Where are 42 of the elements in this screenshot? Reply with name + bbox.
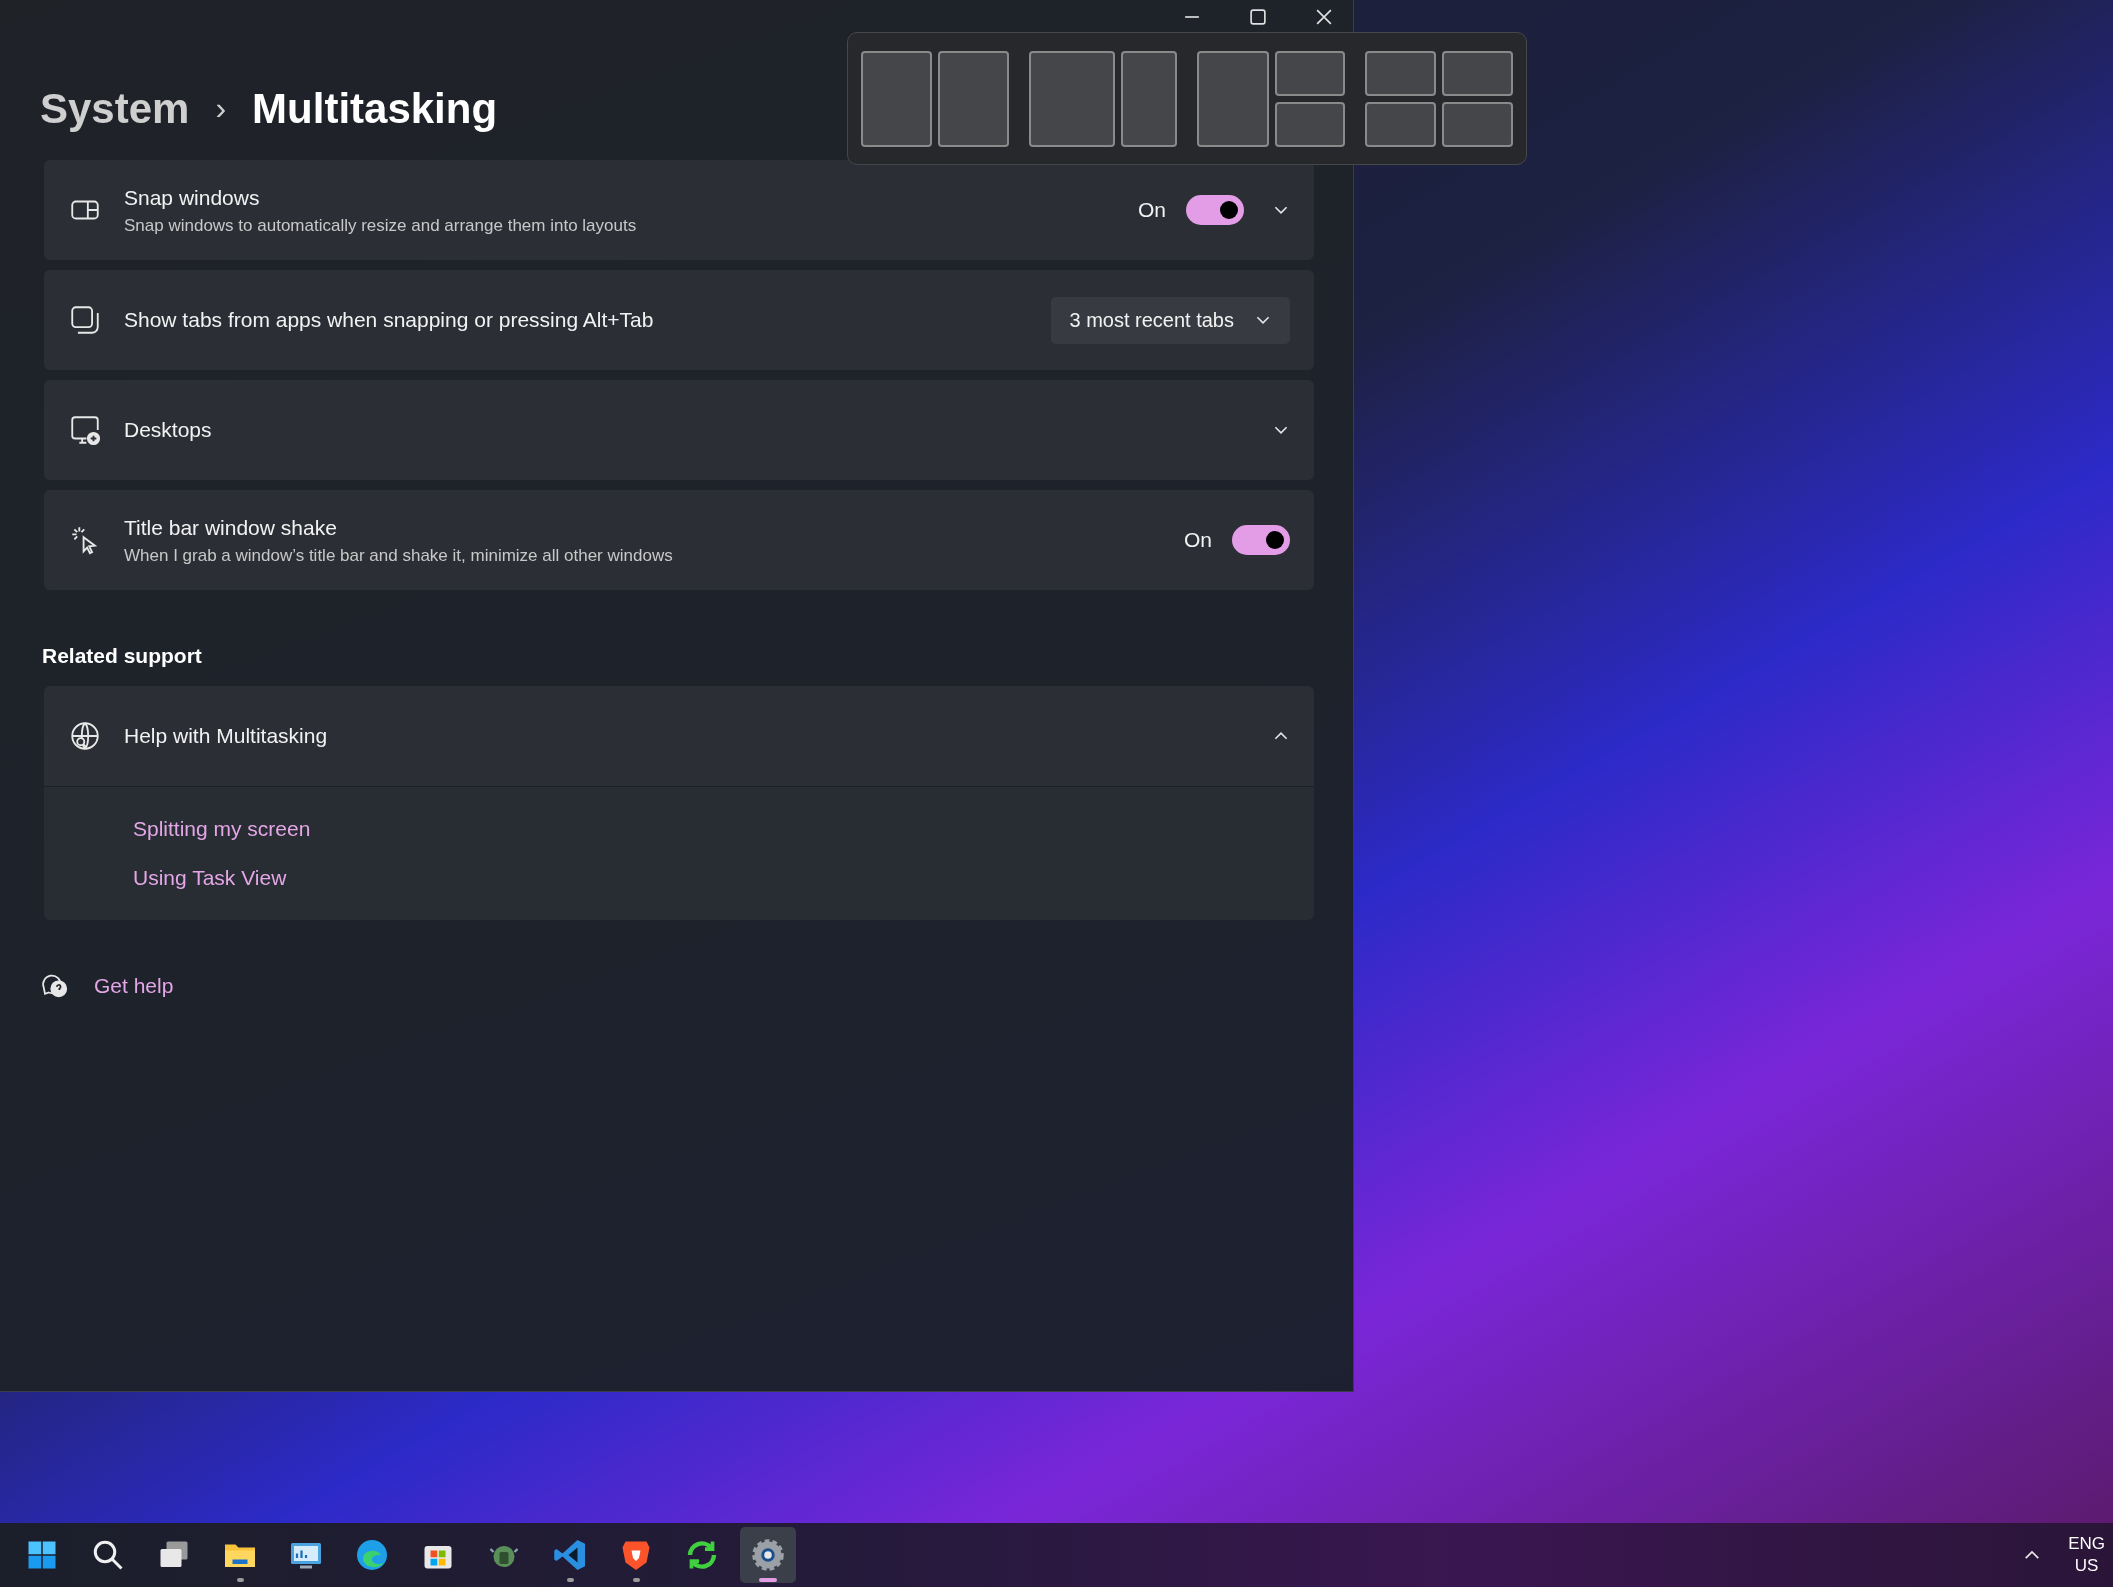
snap-zone[interactable] <box>1442 101 1513 147</box>
dropdown[interactable]: 3 most recent tabs <box>1051 296 1290 344</box>
setting-description: Snap windows to automatically resize and arrange them into layouts <box>124 215 638 237</box>
help-link[interactable]: Using Task View <box>133 862 287 894</box>
snap-zone[interactable] <box>1275 101 1345 147</box>
setting-card[interactable]: Desktops <box>44 380 1314 480</box>
setting-title: Title bar window shake <box>124 514 338 541</box>
help-expander-header[interactable]: Help with Multitasking <box>44 685 1314 787</box>
setting-title: Desktops <box>124 417 213 444</box>
toggle-switch[interactable] <box>1232 525 1290 555</box>
setting-card[interactable]: Show tabs from apps when snapping or pressing Alt+Tab 3 most recent tabs <box>44 270 1314 370</box>
language-indicator[interactable]: ENG US <box>2068 1533 2105 1577</box>
snap-zone[interactable] <box>1442 50 1513 96</box>
snap-zone[interactable] <box>1197 50 1269 147</box>
snap-zone[interactable] <box>1275 50 1345 96</box>
help-title: Help with Multitasking <box>124 722 329 749</box>
setting-description: When I grab a window’s title bar and shake it, minimize all other windows <box>124 545 674 567</box>
toggle-state-label: On <box>1184 527 1212 554</box>
stacked-windows-icon <box>68 303 102 337</box>
swirl-icon <box>354 1537 390 1573</box>
snap-zone[interactable] <box>1365 101 1436 147</box>
snap-zone[interactable] <box>1029 50 1115 147</box>
snap-zone[interactable] <box>861 50 932 147</box>
snap-zone[interactable] <box>1365 50 1436 96</box>
monitor-plus-icon <box>68 413 102 447</box>
setting-title: Show tabs from apps when snapping or pressing Alt+Tab <box>124 307 655 334</box>
breadcrumb-separator: › <box>215 89 227 128</box>
gear-icon <box>750 1537 786 1573</box>
page-title: Multitasking <box>252 83 498 134</box>
toggle-state-label: On <box>1138 197 1166 224</box>
maximize-icon[interactable] <box>1247 6 1269 28</box>
ribbon-icon <box>552 1537 588 1573</box>
get-help-link[interactable]: Get help <box>94 969 174 1001</box>
setting-title: Snap windows <box>124 184 261 211</box>
section-heading: Related support <box>41 643 203 669</box>
breadcrumb-parent[interactable]: System <box>40 76 190 140</box>
snap-zone[interactable] <box>1121 50 1177 147</box>
help-link[interactable]: Splitting my screen <box>133 812 311 844</box>
setting-card[interactable]: Snap windows Snap windows to automatically resize and arrange them into layouts On <box>44 160 1314 260</box>
setting-card[interactable]: Title bar window shake When I grab a window’s title bar and shake it, minimize all other windows On <box>44 490 1314 590</box>
snap-zone[interactable] <box>938 50 1009 147</box>
toggle-switch[interactable] <box>1186 195 1244 225</box>
